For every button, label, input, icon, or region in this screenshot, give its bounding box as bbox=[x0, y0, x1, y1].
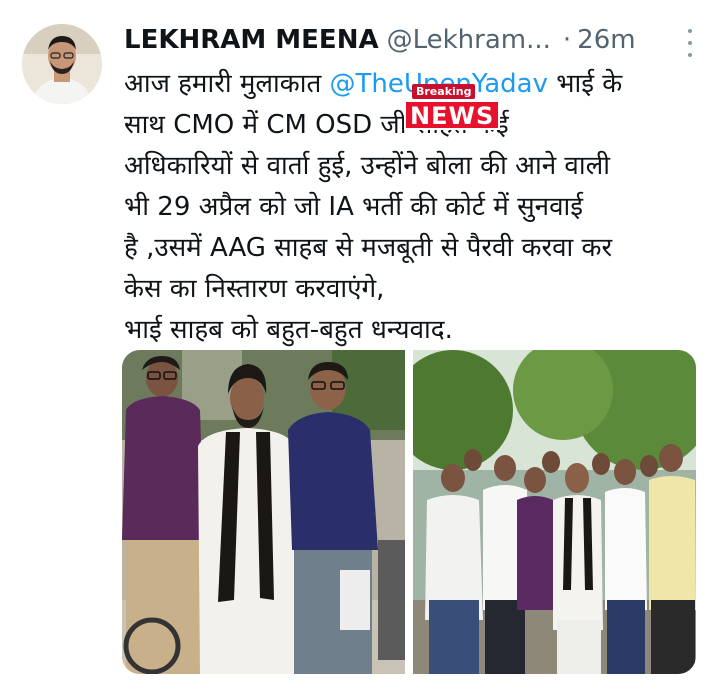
group-photo[interactable] bbox=[413, 350, 696, 674]
tweet-header: LEKHRAM MEENA @Lekhram... · 26m bbox=[124, 22, 689, 58]
badge-top-label: Breaking bbox=[412, 84, 476, 99]
author-handle[interactable]: @Lekhram... bbox=[387, 25, 551, 55]
tweet-text-line: केस का निस्तारण करवाएंगे, bbox=[124, 274, 385, 304]
tweet-timestamp[interactable]: 26m bbox=[577, 25, 635, 55]
tweet-text-line: अधिकारियों से वार्ता हुई, उन्होंने बोला … bbox=[124, 151, 610, 181]
more-options-icon[interactable] bbox=[683, 29, 697, 57]
badge-main-label: NEWS bbox=[404, 100, 501, 130]
group-photo-image bbox=[413, 350, 696, 674]
tweet-text-line: भाई साहब को बहुत-बहुत धन्यवाद. bbox=[124, 315, 453, 345]
author-avatar[interactable] bbox=[22, 24, 102, 104]
meeting-photo-image bbox=[122, 350, 405, 674]
separator-dot: · bbox=[562, 25, 572, 55]
meeting-photo[interactable] bbox=[122, 350, 405, 674]
avatar-image bbox=[22, 24, 102, 104]
tweet-text-segment: आज हमारी मुलाकात bbox=[124, 69, 330, 99]
tweet-text-line: है ,उसमें AAG साहब से मजबूती से पैरवी कर… bbox=[124, 233, 613, 263]
author-name[interactable]: LEKHRAM MEENA bbox=[124, 25, 379, 55]
media-grid bbox=[122, 350, 696, 674]
breaking-news-badge: Breaking NEWS bbox=[404, 84, 501, 130]
tweet-text-line: भी 29 अप्रैल को जो IA भर्ती की कोर्ट में… bbox=[124, 192, 584, 222]
tweet-text-segment: भाई के bbox=[547, 69, 623, 99]
